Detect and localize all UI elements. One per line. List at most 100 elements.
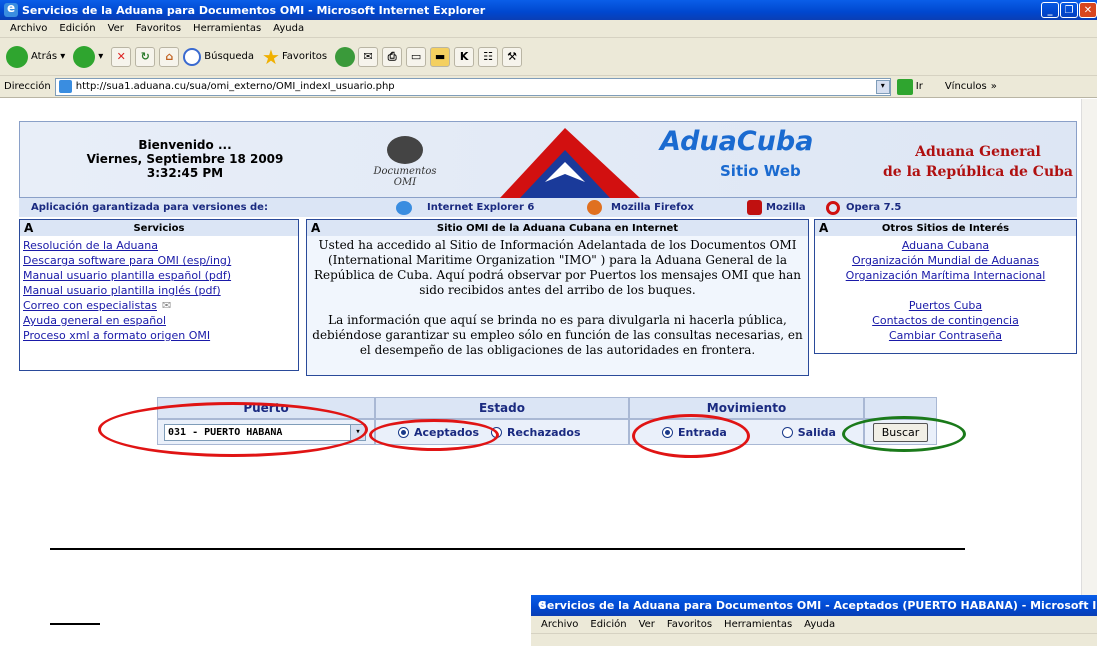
site-banner: Bienvenido ... Viernes, Septiembre 18 20… (19, 121, 1077, 198)
agency-line2: de la República de Cuba (883, 164, 1073, 180)
go-arrow-icon (896, 78, 913, 95)
link-puertos-cuba[interactable]: Puertos Cuba (818, 298, 1073, 313)
window-title-bar: Servicios de la Aduana para Documentos O… (0, 0, 1097, 20)
mail-icon[interactable]: ✉ (358, 46, 379, 67)
link-aduana-cubana[interactable]: Aduana Cubana (818, 238, 1073, 253)
center-paragraph-1: Usted ha accedido al Sitio de Informació… (313, 238, 802, 297)
history-icon[interactable] (335, 46, 356, 67)
window-title: Servicios de la Aduana para Documentos O… (22, 3, 486, 17)
aduana-flag-logo (500, 128, 640, 198)
estado-header: Estado (375, 397, 629, 419)
link-omi[interactable]: Organización Marítima Internacional (818, 268, 1073, 283)
mail-envelope-icon: ✉ (161, 299, 172, 312)
aduana-a-icon: A (311, 221, 321, 235)
center-paragraph-2: La información que aquí se brinda no es … (312, 313, 803, 357)
second-menu-edicion[interactable]: Edición (590, 619, 626, 630)
browser-firefox: Mozilla Firefox (611, 202, 694, 213)
ie-app-icon (4, 1, 18, 17)
menu-bar: Archivo Edición Ver Favoritos Herramient… (0, 20, 1097, 38)
radio-salida[interactable] (781, 426, 793, 438)
omi-caption: Documentos OMI (373, 166, 437, 188)
link-cambiar-contrasena[interactable]: Cambiar Contraseña (818, 328, 1073, 343)
back-arrow-icon (6, 45, 28, 68)
second-menu-ayuda[interactable]: Ayuda (804, 619, 835, 630)
banner-date: Viernes, Septiembre 18 2009 (86, 152, 284, 166)
address-dropdown-icon[interactable]: ▾ (875, 79, 890, 94)
folder-icon[interactable]: ▬ (430, 46, 451, 67)
label-rechazados[interactable]: Rechazados (507, 426, 581, 439)
link-ayuda[interactable]: Ayuda general en español (23, 313, 295, 328)
menu-archivo[interactable]: Archivo (10, 23, 47, 34)
link-manual-espanol[interactable]: Manual usuario plantilla español (pdf) (23, 268, 295, 283)
second-menu-archivo[interactable]: Archivo (541, 619, 578, 630)
search-button[interactable]: Búsqueda (183, 47, 254, 66)
highlight-puerto (98, 402, 368, 457)
links-label[interactable]: Vínculos (945, 81, 987, 92)
browser-opera: Opera 7.5 (846, 202, 902, 213)
second-menu-ver[interactable]: Ver (639, 619, 655, 630)
menu-favoritos[interactable]: Favoritos (136, 23, 181, 34)
search-icon (183, 47, 202, 66)
other-sites-title: Otros Sitios de Interés (881, 222, 1010, 234)
label-salida[interactable]: Salida (798, 426, 836, 439)
services-title: Servicios (133, 222, 185, 234)
second-menu-herramientas[interactable]: Herramientas (724, 619, 792, 630)
second-window-title: Servicios de la Aduana para Documentos O… (539, 599, 1097, 612)
toolbar: Atrás ▾ ▾ ✕ ↻ ⌂ Búsqueda ★ Favoritos ✉ ⎙ … (0, 38, 1097, 76)
firefox-logo-icon (587, 200, 602, 215)
ie-logo-icon (396, 200, 412, 215)
second-menu-bar: Archivo Edición Ver Favoritos Herramient… (531, 616, 1097, 634)
link-proceso-xml[interactable]: Proceso xml a formato origen OMI (23, 328, 295, 343)
page-content: Bienvenido ... Viernes, Septiembre 18 20… (0, 99, 1097, 646)
second-window: Servicios de la Aduana para Documentos O… (531, 595, 1097, 646)
star-icon: ★ (262, 44, 280, 69)
mozilla-logo-icon (747, 200, 762, 215)
maximize-icon[interactable]: ❐ (1060, 2, 1078, 18)
link-correo[interactable]: Correo con especialistas (23, 298, 157, 313)
minimize-icon[interactable]: _ (1041, 2, 1059, 18)
opera-logo-icon (826, 200, 840, 215)
edit-icon[interactable]: ▭ (406, 46, 427, 67)
go-button[interactable]: Ir (896, 78, 923, 95)
second-window-title-bar: Servicios de la Aduana para Documentos O… (531, 595, 1097, 616)
omi-logo: Documentos OMI (365, 136, 445, 188)
link-manual-ingles[interactable]: Manual usuario plantilla inglés (pdf) (23, 283, 295, 298)
link-resolucion[interactable]: Resolución de la Aduana (23, 238, 295, 253)
home-icon[interactable]: ⌂ (159, 46, 180, 67)
tools-icon[interactable]: ⚒ (502, 46, 523, 67)
link-descarga-software[interactable]: Descarga software para OMI (esp/ing) (23, 253, 295, 268)
menu-ver[interactable]: Ver (108, 23, 124, 34)
link-contactos[interactable]: Contactos de contingencia (818, 313, 1073, 328)
address-url: http://sua1.aduana.cu/sua/omi_externo/OM… (75, 81, 395, 92)
brand-name: AduaCuba (660, 126, 814, 157)
favorites-button[interactable]: ★ Favoritos (262, 45, 327, 69)
services-panel: A Servicios Resolución de la Aduana Desca… (19, 219, 299, 371)
address-input[interactable]: http://sua1.aduana.cu/sua/omi_externo/OM… (54, 77, 891, 96)
other-sites-panel: A Otros Sitios de Interés Aduana Cubana O… (814, 219, 1077, 354)
print-icon[interactable]: ⎙ (382, 46, 403, 67)
page-icon (58, 80, 72, 93)
highlight-buscar (842, 416, 966, 452)
messenger-icon[interactable]: ☷ (478, 46, 499, 67)
omi-emblem-icon (387, 136, 423, 164)
second-menu-favoritos[interactable]: Favoritos (667, 619, 712, 630)
stop-icon[interactable]: ✕ (111, 46, 132, 67)
k-icon[interactable]: K (454, 46, 475, 67)
forward-button[interactable]: ▾ (73, 45, 103, 68)
refresh-icon[interactable]: ↻ (135, 46, 156, 67)
menu-herramientas[interactable]: Herramientas (193, 23, 261, 34)
brand-subtitle: Sitio Web (720, 162, 801, 180)
address-bar: Dirección http://sua1.aduana.cu/sua/omi_… (0, 76, 1097, 98)
link-oma[interactable]: Organización Mundial de Aduanas (818, 253, 1073, 268)
aduana-a-icon: A (819, 221, 829, 235)
aduana-a-icon: A (24, 221, 34, 235)
browser-support-bar: Aplicación garantizada para versiones de… (19, 198, 1077, 217)
menu-ayuda[interactable]: Ayuda (273, 23, 304, 34)
vertical-scrollbar[interactable] (1081, 99, 1097, 646)
menu-edicion[interactable]: Edición (59, 23, 95, 34)
screenshot: Servicios de la Aduana para Documentos O… (0, 0, 1097, 646)
close-icon[interactable]: ✕ (1079, 2, 1097, 18)
back-button[interactable]: Atrás ▾ (6, 45, 65, 68)
other-sites-header: A Otros Sitios de Interés (815, 220, 1076, 236)
horizontal-rule-long (50, 548, 965, 550)
